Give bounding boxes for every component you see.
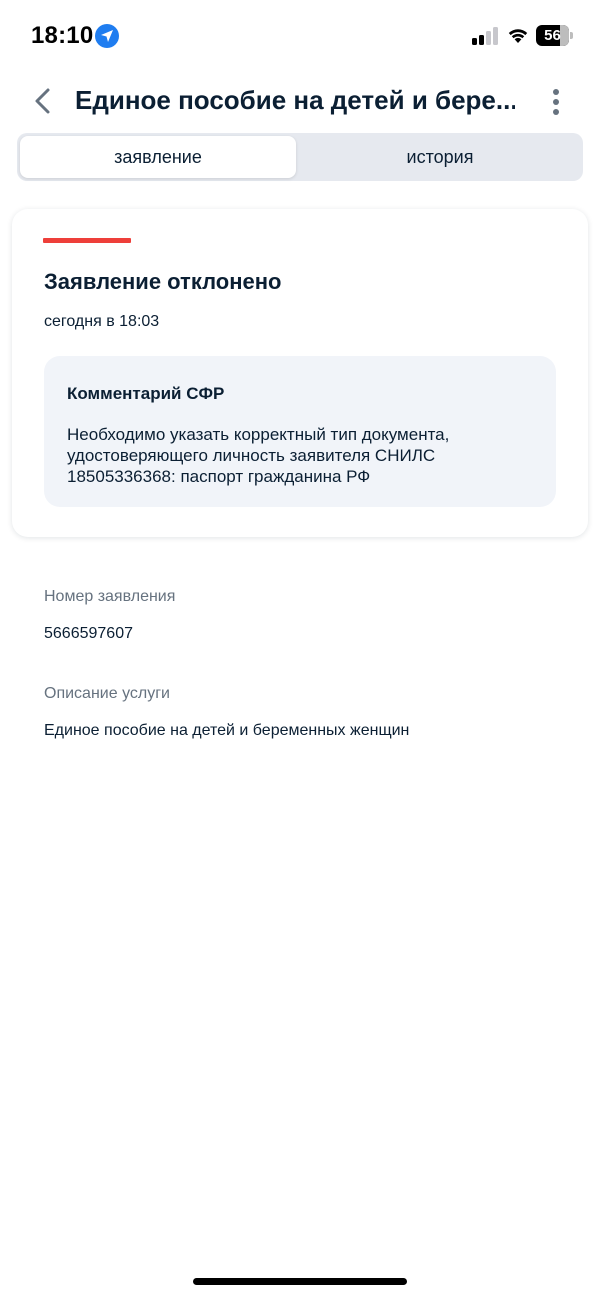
tab-application[interactable]: заявление (20, 136, 296, 178)
status-time: 18:10 (31, 22, 94, 49)
segmented-tabs: заявление история (17, 133, 583, 181)
location-arrow-icon (95, 24, 119, 48)
app-header: Единое пособие на детей и бере... (0, 76, 600, 126)
chevron-left-icon (35, 88, 50, 114)
battery-icon: 56 (536, 25, 573, 46)
application-number-label: Номер заявления (44, 588, 176, 605)
application-status-card: Заявление отклонено сегодня в 18:03 Комм… (12, 209, 588, 537)
comment-box: Комментарий СФР Необходимо указать корре… (44, 356, 556, 507)
comment-title: Комментарий СФР (67, 384, 225, 403)
status-indicator-bar (43, 238, 131, 243)
status-title: Заявление отклонено (44, 269, 282, 294)
service-description-label: Описание услуги (44, 685, 170, 702)
comment-text: Необходимо указать корректный тип докуме… (67, 425, 450, 486)
tab-history[interactable]: история (300, 136, 580, 178)
status-date: сегодня в 18:03 (44, 313, 160, 330)
home-indicator[interactable] (193, 1278, 407, 1285)
status-bar: 18:10 56 (0, 0, 600, 72)
more-options-button[interactable] (546, 86, 566, 118)
battery-level: 56 (544, 27, 561, 44)
back-button[interactable] (28, 84, 60, 118)
service-description-value: Единое пособие на детей и беременных жен… (44, 722, 410, 739)
cellular-signal-icon (472, 27, 500, 45)
wifi-icon (506, 24, 530, 49)
page-title: Единое пособие на детей и бере... (75, 85, 515, 115)
application-number-value: 5666597607 (44, 625, 133, 642)
